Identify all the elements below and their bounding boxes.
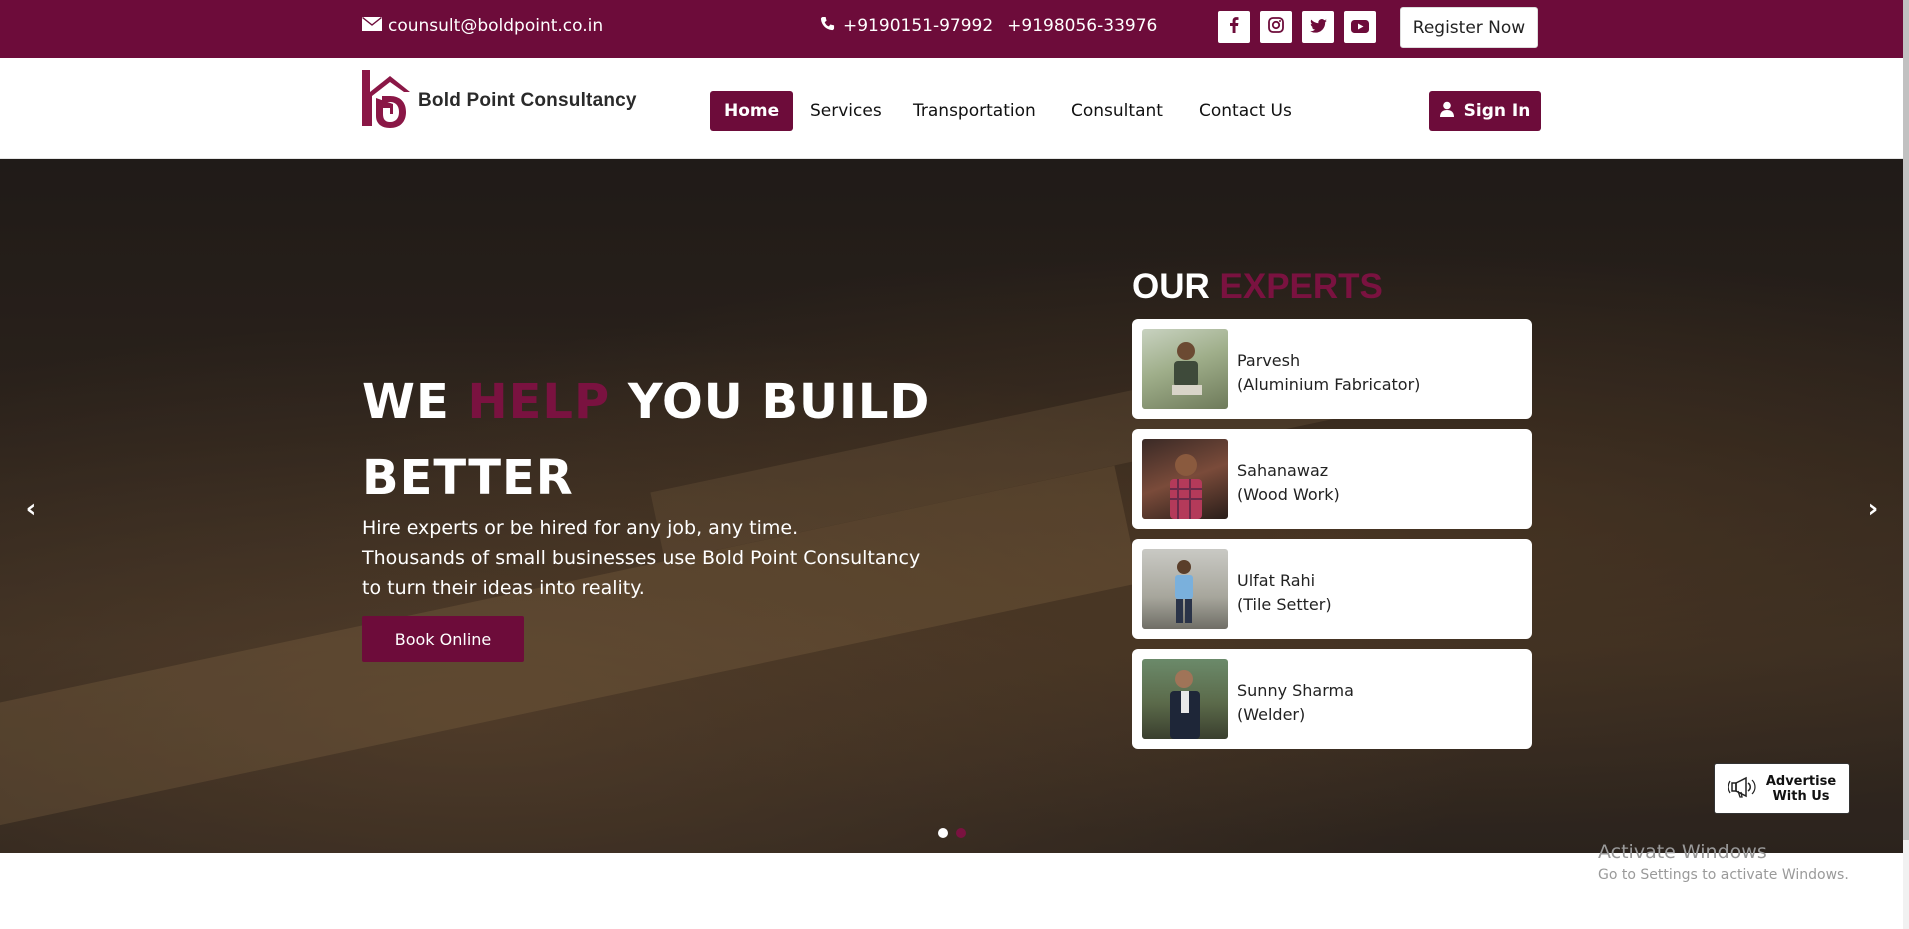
expert-card[interactable]: Sahanawaz (Wood Work) xyxy=(1132,429,1532,529)
hero-title: WE HELP YOU BUILD BETTER xyxy=(362,374,931,506)
sign-in-label: Sign In xyxy=(1463,101,1531,121)
page: counsult@boldpoint.co.in +9190151-97992 … xyxy=(0,0,1909,929)
expert-photo xyxy=(1142,549,1228,629)
nav-contact-us[interactable]: Contact Us xyxy=(1185,91,1306,131)
chevron-left-icon: ‹ xyxy=(25,494,37,524)
expert-role: (Wood Work) xyxy=(1237,485,1340,504)
book-online-button[interactable]: Book Online xyxy=(362,616,524,662)
expert-name: Ulfat Rahi xyxy=(1237,571,1316,590)
youtube-button[interactable] xyxy=(1344,11,1376,43)
scrollbar-thumb[interactable] xyxy=(1903,0,1909,840)
phone-numbers: +9190151-97992 +9198056-33976 xyxy=(820,16,1157,36)
register-now-button[interactable]: Register Now xyxy=(1400,7,1538,48)
twitter-icon xyxy=(1309,18,1327,37)
user-icon xyxy=(1439,101,1454,122)
megaphone-icon xyxy=(1727,775,1758,803)
chevron-right-icon: › xyxy=(1867,494,1879,524)
brand-logo[interactable]: Bold Point Consultancy xyxy=(360,68,637,134)
expert-photo xyxy=(1142,329,1228,409)
expert-role: (Welder) xyxy=(1237,705,1306,724)
windows-activation-watermark: Activate Windows Go to Settings to activ… xyxy=(1598,841,1849,883)
youtube-icon xyxy=(1351,18,1369,37)
expert-name: Parvesh xyxy=(1237,351,1301,370)
phone-number-1[interactable]: +9190151-97992 xyxy=(843,16,993,36)
email-link[interactable]: counsult@boldpoint.co.in xyxy=(362,16,603,36)
expert-card[interactable]: Parvesh (Aluminium Fabricator) xyxy=(1132,319,1532,419)
expert-card[interactable]: Ulfat Rahi (Tile Setter) xyxy=(1132,539,1532,639)
page-scrollbar[interactable] xyxy=(1903,0,1909,929)
instagram-icon xyxy=(1268,17,1284,37)
next-slide-button[interactable]: › xyxy=(1858,494,1888,524)
expert-role: (Aluminium Fabricator) xyxy=(1237,375,1421,394)
advertise-label: Advertise With Us xyxy=(1765,773,1837,804)
facebook-icon xyxy=(1229,17,1239,37)
expert-role: (Tile Setter) xyxy=(1237,595,1332,614)
logo-mark-icon xyxy=(360,68,412,134)
expert-info: Sunny Sharma (Welder) xyxy=(1237,679,1354,727)
experts-heading: OUR EXPERTS xyxy=(1132,267,1383,306)
expert-info: Sahanawaz (Wood Work) xyxy=(1237,459,1340,507)
email-text: counsult@boldpoint.co.in xyxy=(388,16,604,36)
expert-photo xyxy=(1142,659,1228,739)
brand-name: Bold Point Consultancy xyxy=(418,90,637,111)
sign-in-button[interactable]: Sign In xyxy=(1429,91,1541,131)
expert-photo xyxy=(1142,439,1228,519)
hero-slider: WE HELP YOU BUILD BETTER Hire experts or… xyxy=(0,159,1903,853)
expert-name: Sahanawaz xyxy=(1237,461,1329,480)
advertise-with-us-button[interactable]: Advertise With Us xyxy=(1714,763,1850,814)
nav-home[interactable]: Home xyxy=(710,91,794,131)
nav-services[interactable]: Services xyxy=(796,91,896,131)
facebook-button[interactable] xyxy=(1218,11,1250,43)
slider-dot[interactable] xyxy=(956,828,966,838)
slider-pagination xyxy=(938,828,966,838)
expert-info: Ulfat Rahi (Tile Setter) xyxy=(1237,569,1332,617)
phone-number-2[interactable]: +9198056-33976 xyxy=(1007,16,1157,36)
expert-card[interactable]: Sunny Sharma (Welder) xyxy=(1132,649,1532,749)
mail-icon xyxy=(362,16,382,36)
twitter-button[interactable] xyxy=(1302,11,1334,43)
phone-icon xyxy=(820,16,835,36)
instagram-button[interactable] xyxy=(1260,11,1292,43)
nav-transportation[interactable]: Transportation xyxy=(899,91,1050,131)
nav-consultant[interactable]: Consultant xyxy=(1057,91,1177,131)
prev-slide-button[interactable]: ‹ xyxy=(16,494,46,524)
top-contact-bar: counsult@boldpoint.co.in +9190151-97992 … xyxy=(0,0,1903,58)
slider-dot-active[interactable] xyxy=(938,828,948,838)
hero-subtitle: Hire experts or be hired for any job, an… xyxy=(362,517,921,599)
expert-info: Parvesh (Aluminium Fabricator) xyxy=(1237,349,1420,397)
expert-name: Sunny Sharma xyxy=(1237,681,1354,700)
